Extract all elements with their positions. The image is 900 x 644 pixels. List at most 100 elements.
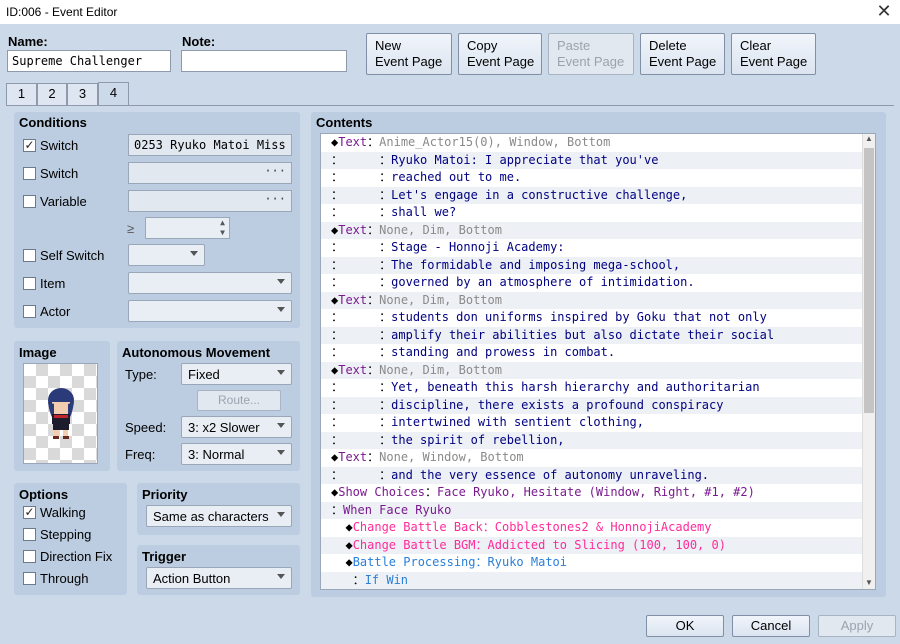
command-line[interactable]: ◆Change Battle Back：Cobblestones2 & Honn…	[321, 519, 875, 537]
command-line[interactable]: ： ：shall we?	[321, 204, 875, 222]
command-separator: ：	[343, 432, 392, 447]
command-line[interactable]: ◆Change Battle BGM：Addicted to Slicing (…	[321, 536, 875, 554]
event-command-list[interactable]: ◆Text：Anime_Actor15(0), Window, Bottom ： …	[320, 133, 876, 590]
command-line[interactable]: ： ：reached out to me.	[321, 169, 875, 187]
tab-3[interactable]: 3	[67, 83, 98, 105]
tab-4[interactable]: 4	[98, 82, 129, 106]
command-detail: students don uniforms inspired by Goku t…	[391, 310, 767, 324]
command-prefix: ：	[331, 152, 344, 167]
variable-select[interactable]: ···	[128, 190, 292, 212]
command-separator: ：	[482, 520, 495, 534]
command-prefix: ◆	[331, 537, 353, 552]
options-title: Options	[19, 487, 69, 502]
item-label: Item	[40, 276, 66, 291]
command-separator: ：	[367, 362, 380, 377]
switch1-select[interactable]: 0253 Ryuko Matoi Miss ···	[128, 134, 292, 156]
new-event-page-button[interactable]: New Event Page	[366, 33, 452, 75]
freq-dropdown[interactable]: 3: Normal	[181, 443, 292, 465]
actor-dropdown[interactable]	[128, 300, 292, 322]
command-line[interactable]: ◆Show Choices：Face Ryuko, Hesitate (Wind…	[321, 484, 875, 502]
scroll-down-icon[interactable]: ▼	[865, 578, 873, 587]
walking-checkbox[interactable]: ✓	[23, 506, 36, 519]
command-line[interactable]: ◆Battle Processing：Ryuko Matoi	[321, 554, 875, 572]
command-separator: ：	[424, 485, 437, 499]
switch2-label: Switch	[40, 166, 79, 181]
note-label: Note:	[182, 34, 216, 49]
command-line[interactable]: ： ：discipline, there exists a profound c…	[321, 396, 875, 414]
command-line[interactable]: ◆Text：None, Dim, Bottom	[321, 291, 875, 309]
item-checkbox[interactable]	[23, 277, 36, 290]
switch1-checkbox[interactable]: ✓	[23, 139, 36, 152]
command-keyword: Text	[338, 135, 368, 149]
command-line[interactable]: ：When Face Ryuko	[321, 501, 875, 519]
command-line[interactable]: ： ：the spirit of rebellion,	[321, 431, 875, 449]
command-line[interactable]: ：If Win	[321, 571, 875, 589]
command-line[interactable]: ： ：students don uniforms inspired by Gok…	[321, 309, 875, 327]
command-line[interactable]: ： ：and the very essence of autonomy unra…	[321, 466, 875, 484]
direction-fix-checkbox[interactable]	[23, 550, 36, 563]
scrollbar-thumb[interactable]	[864, 148, 874, 413]
name-input[interactable]: Supreme Challenger	[7, 50, 171, 72]
speed-label: Speed:	[125, 420, 167, 435]
self-switch-dropdown[interactable]	[128, 244, 205, 266]
command-line[interactable]: ： ：Stage - Honnoji Academy:	[321, 239, 875, 257]
event-image[interactable]	[23, 363, 98, 464]
cancel-button[interactable]: Cancel	[732, 615, 810, 637]
command-separator: ：	[343, 467, 392, 482]
paste-event-page-button[interactable]: Paste Event Page	[548, 33, 634, 75]
close-icon[interactable]: ✕	[874, 0, 894, 22]
command-prefix: ：	[331, 187, 344, 202]
command-line[interactable]: ◆Text：None, Dim, Bottom	[321, 221, 875, 239]
command-line[interactable]: ： ：intertwined with sentient clothing,	[321, 414, 875, 432]
self-switch-checkbox[interactable]	[23, 249, 36, 262]
variable-amount-spinner[interactable]: ▲ ▼	[145, 217, 230, 239]
through-checkbox[interactable]	[23, 572, 36, 585]
autonomous-movement-title: Autonomous Movement	[122, 345, 271, 360]
copy-event-page-button[interactable]: Copy Event Page	[458, 33, 542, 75]
item-dropdown[interactable]	[128, 272, 292, 294]
command-detail: Let's engage in a constructive challenge…	[391, 187, 688, 202]
command-line[interactable]: ： ：The formidable and imposing mega-scho…	[321, 256, 875, 274]
note-input[interactable]	[181, 50, 347, 72]
command-line[interactable]: ◆Text：Anime_Actor15(0), Window, Bottom	[321, 134, 875, 152]
trigger-dropdown[interactable]: Action Button	[146, 567, 292, 589]
command-line[interactable]: ： ：governed by an atmosphere of intimida…	[321, 274, 875, 292]
switch2-select[interactable]: ···	[128, 162, 292, 184]
clear-event-page-button[interactable]: Clear Event Page	[731, 33, 816, 75]
command-keyword: Change Battle Back	[352, 520, 483, 534]
command-separator: ：	[475, 537, 488, 552]
command-separator: ：	[343, 187, 392, 202]
spinner-arrows-icon: ▲ ▼	[220, 218, 225, 237]
delete-event-page-button[interactable]: Delete Event Page	[640, 33, 725, 75]
command-prefix: ：	[331, 380, 344, 394]
tab-1[interactable]: 1	[6, 83, 37, 105]
priority-dropdown[interactable]: Same as characters	[146, 505, 292, 527]
command-keyword: Show Choices	[338, 485, 425, 499]
command-detail: Ryuko Matoi: I appreciate that you've	[391, 152, 659, 167]
command-line[interactable]: ： ：standing and prowess in combat.	[321, 344, 875, 362]
stepping-checkbox[interactable]	[23, 528, 36, 541]
ok-button[interactable]: OK	[646, 615, 724, 637]
through-label: Through	[40, 571, 89, 586]
command-line[interactable]: ◆Text：None, Dim, Bottom	[321, 361, 875, 379]
variable-checkbox[interactable]	[23, 195, 36, 208]
command-separator: ：	[367, 450, 380, 464]
switch2-checkbox[interactable]	[23, 167, 36, 180]
route-button[interactable]: Route...	[197, 390, 281, 411]
variable-label: Variable	[40, 194, 87, 209]
command-line[interactable]: ◆Text：None, Window, Bottom	[321, 449, 875, 467]
command-line[interactable]: ： ：Yet, beneath this harsh hierarchy and…	[321, 379, 875, 397]
command-line[interactable]: ： ：Let's engage in a constructive challe…	[321, 186, 875, 204]
scroll-up-icon[interactable]: ▲	[865, 134, 873, 143]
command-keyword: When Face Ryuko	[343, 502, 452, 517]
chevron-down-icon	[277, 512, 285, 517]
command-detail: None, Window, Bottom	[379, 450, 524, 464]
command-line[interactable]: ： ：amplify their abilities but also dict…	[321, 326, 875, 344]
tab-2[interactable]: 2	[37, 83, 67, 105]
name-label: Name:	[8, 34, 48, 49]
movement-type-dropdown[interactable]: Fixed	[181, 363, 292, 385]
command-line[interactable]: ： ：Ryuko Matoi: I appreciate that you've	[321, 151, 875, 169]
apply-button[interactable]: Apply	[818, 615, 896, 637]
speed-dropdown[interactable]: 3: x2 Slower	[181, 416, 292, 438]
actor-checkbox[interactable]	[23, 305, 36, 318]
